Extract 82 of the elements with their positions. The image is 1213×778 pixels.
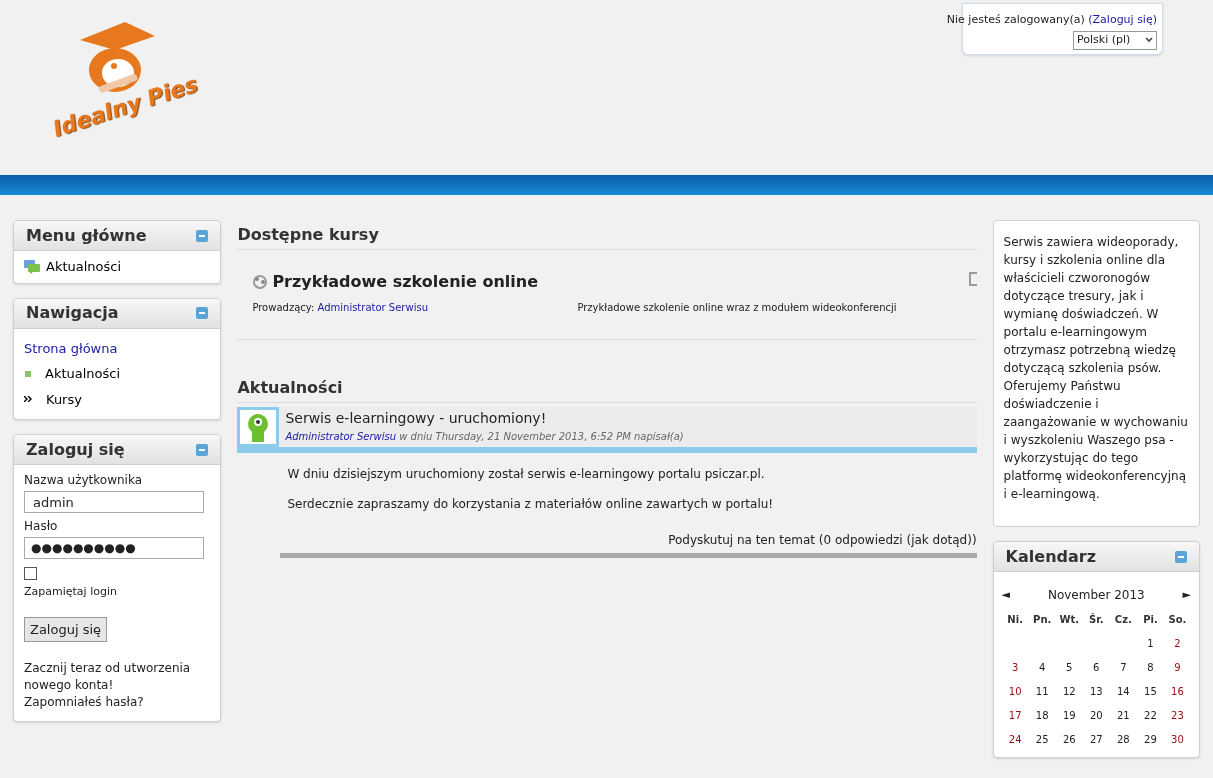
calendar-day: 28 <box>1109 732 1137 747</box>
remember-checkbox[interactable] <box>24 567 37 580</box>
double-chevron-icon <box>24 396 32 403</box>
language-select[interactable]: Polski (pl) <box>1073 30 1157 50</box>
calendar-day: 14 <box>1109 684 1137 699</box>
calendar-day: 22 <box>1136 708 1164 723</box>
about-text: Serwis zawiera wideoporady, kursy i szkolenia online dla właścicieli czworonogów dotyczące tresury, jak i wymianę doświadczeń. W portalu e-learningowym otrzymasz potrzebną wiedzę dotyczącą szkolenia psów. Oferujemy Państwu doświadczenie i zaangażowanie w wychowaniu i wyszkoleniu Waszego psa - wykorzystując do tego platformę wideokonferencyjną i e-learningową. <box>1003 234 1189 503</box>
nav-link[interactable]: Kursy <box>46 389 82 409</box>
calendar-day: 24 <box>1001 732 1029 747</box>
next-month-arrow[interactable]: ► <box>1182 586 1191 604</box>
nav-link[interactable]: Aktualności <box>45 364 121 384</box>
collapse-icon[interactable] <box>196 307 209 319</box>
calendar-day: 12 <box>1055 684 1083 699</box>
checkbox-label: Zapamiętaj login <box>24 584 118 600</box>
calendar-day: 4 <box>1028 660 1056 675</box>
calendar-day: 5 <box>1055 660 1083 675</box>
collapse-icon[interactable] <box>196 443 209 456</box>
calendar-day: 2 <box>1163 636 1191 651</box>
post-paragraph: Serdecznie zapraszamy do korzystania z materiałów online zawartych w portalu! <box>287 496 775 513</box>
calendar-day: 26 <box>1055 732 1083 747</box>
block-title: Menu główne <box>26 224 147 247</box>
login-status: Nie jesteś zalogowany(a) (Zaloguj się) <box>946 12 1157 28</box>
collapse-icon[interactable] <box>1175 550 1187 563</box>
calendar-day: 23 <box>1163 708 1191 723</box>
weekday-label: Pi. <box>1142 613 1159 627</box>
block-title: Zaloguj się <box>26 438 125 461</box>
calendar-day: 27 <box>1082 732 1110 747</box>
home-link[interactable]: Strona główna <box>24 338 211 358</box>
post-paragraph: W dniu dzisiejszym uruchomiony został serwis e-learningowy portalu psiczar.pl. <box>287 466 766 483</box>
calendar-day: 30 <box>1163 732 1191 747</box>
username-field[interactable]: admin <box>24 491 204 513</box>
calendar-day: 19 <box>1055 708 1083 723</box>
course-title[interactable]: Przykładowe szkolenie online <box>272 270 539 294</box>
login-button[interactable]: Zaloguj się <box>24 616 108 642</box>
teacher-line: Prowadzący: Administrator Serwisu <box>252 301 429 315</box>
calendar-day: 8 <box>1136 660 1164 675</box>
calendar-day: 13 <box>1082 684 1110 699</box>
calendar-day: 17 <box>1001 708 1029 723</box>
calendar-day: 10 <box>1001 684 1029 699</box>
weekday-label: Pn. <box>1032 613 1053 627</box>
signup-link[interactable]: Zacznij teraz od utworzenia nowego konta! <box>24 660 194 694</box>
field-label: Hasło <box>24 518 59 535</box>
field-label: Nazwa użytkownika <box>24 472 144 489</box>
menu-link[interactable]: Aktualności <box>46 257 122 277</box>
weekday-label: So. <box>1167 613 1188 627</box>
block-title: Nawigacja <box>26 302 119 324</box>
weekday-label: Wt. <box>1058 613 1081 627</box>
calendar-day: 3 <box>1001 660 1029 675</box>
calendar-day: 7 <box>1109 660 1137 675</box>
calendar-day: 29 <box>1136 732 1164 747</box>
calendar-day: 15 <box>1136 684 1164 699</box>
post-subject: Serwis e-learningowy - uruchomiony! <box>285 409 548 428</box>
weekday-label: Śr. <box>1088 612 1105 627</box>
forgot-password-link[interactable]: Zapomniałeś hasła? <box>24 694 211 711</box>
calendar-day: 25 <box>1028 732 1056 747</box>
chevron-down-icon <box>1145 37 1153 43</box>
calendar-day: 20 <box>1082 708 1110 723</box>
discuss-link[interactable]: Podyskutuj na ten temat (0 odpowiedzi (jak dotąd)) <box>668 533 977 547</box>
course-summary: Przykładowe szkolenie online wraz z modułem wideokonferencji <box>577 301 897 315</box>
password-field[interactable]: ●●●●●●●●●● <box>24 537 204 559</box>
speech-bubbles-icon <box>24 259 40 274</box>
calendar-day: 18 <box>1028 708 1056 723</box>
course-icon <box>252 274 269 290</box>
calendar-day: 6 <box>1082 660 1110 675</box>
calendar-day: 21 <box>1109 708 1137 723</box>
calendar-day: 1 <box>1136 636 1164 651</box>
collapse-icon[interactable] <box>196 229 209 242</box>
weekday-label: Ni. <box>1006 613 1024 627</box>
block-title: Kalendarz <box>1005 545 1096 568</box>
teacher-link[interactable]: Administrator Serwisu <box>317 302 428 313</box>
calendar-month: November 2013 <box>1047 587 1145 604</box>
section-heading: Dostępne kursy <box>237 220 977 250</box>
login-link[interactable]: (Zaloguj się) <box>1088 13 1157 26</box>
calendar-day: 11 <box>1028 684 1056 699</box>
calendar-day: 9 <box>1163 660 1191 675</box>
square-icon <box>25 370 31 377</box>
post-meta: Administrator Serwisu w dniu Thursday, 21 November 2013, 6:52 PM napisał(a) <box>285 430 684 444</box>
author-link[interactable]: Administrator Serwisu <box>285 431 396 442</box>
weekday-label: Cz. <box>1113 613 1133 627</box>
calendar-day: 16 <box>1163 684 1191 699</box>
section-heading: Aktualności <box>237 376 977 403</box>
previous-month-arrow[interactable]: ◄ <box>1001 586 1011 604</box>
